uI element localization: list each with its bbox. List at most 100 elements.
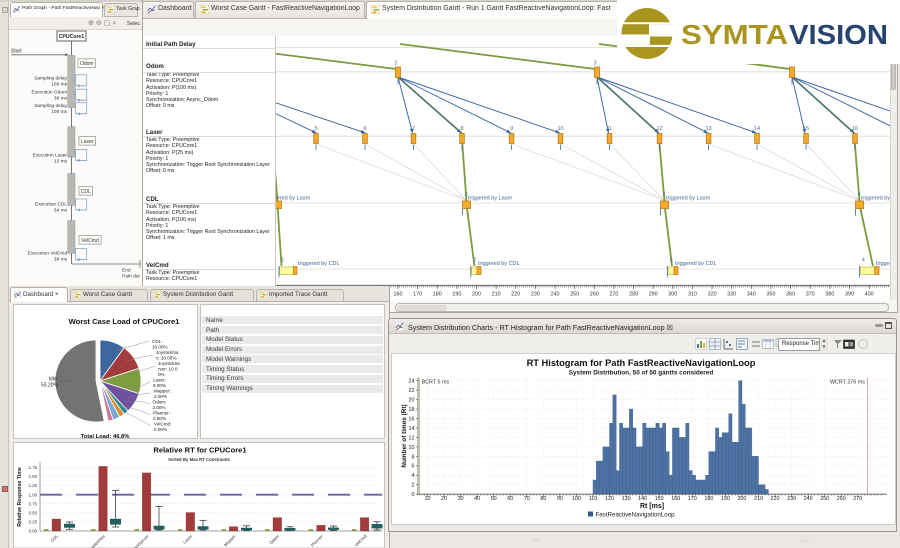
svg-text:290: 290 <box>649 292 658 298</box>
svg-text:10.00%: 10.00% <box>152 345 168 350</box>
svg-text:140: 140 <box>638 496 647 502</box>
svg-text:24: 24 <box>409 379 415 385</box>
svg-text:triggered by CDL: triggered by CDL <box>675 261 717 267</box>
svg-text:2: 2 <box>412 483 415 489</box>
svg-text:0.50: 0.50 <box>29 511 38 516</box>
svg-text:rver: 10.0: rver: 10.0 <box>158 367 178 372</box>
svg-text:0.25: 0.25 <box>29 520 38 525</box>
svg-text:13 ms: 13 ms <box>54 158 68 164</box>
svg-text:triggered by Laser: triggered by Laser <box>468 196 512 202</box>
svg-text:30: 30 <box>458 496 464 502</box>
svg-text:1.00: 1.00 <box>29 492 38 497</box>
svg-text:160: 160 <box>671 496 680 502</box>
svg-text:12: 12 <box>656 126 662 132</box>
svg-text:270: 270 <box>853 496 862 502</box>
svg-text:VelCmd: VelCmd <box>81 238 99 244</box>
svg-text:1.75: 1.75 <box>29 465 38 470</box>
svg-text:14: 14 <box>409 426 415 432</box>
svg-text:10: 10 <box>425 496 431 502</box>
svg-text:triggered by CDL: triggered by CDL <box>298 261 340 267</box>
svg-text:20: 20 <box>409 398 415 404</box>
svg-text:4: 4 <box>412 473 415 479</box>
svg-text:Odom:: Odom: <box>153 400 167 405</box>
svg-text:130: 130 <box>622 496 631 502</box>
svg-text:System Distribution, 50 of 50: System Distribution, 50 of 50 gantts con… <box>569 370 714 377</box>
svg-text:Relative Response Time: Relative Response Time <box>17 467 23 527</box>
svg-text:180: 180 <box>704 496 713 502</box>
svg-text:15: 15 <box>803 126 809 132</box>
svg-text:Laser: Laser <box>81 139 94 145</box>
svg-text:70: 70 <box>524 496 530 502</box>
svg-text:22: 22 <box>409 388 415 394</box>
svg-text:340: 340 <box>747 292 756 298</box>
svg-text:10: 10 <box>409 445 415 451</box>
svg-text:7: 7 <box>412 126 415 132</box>
svg-text:360: 360 <box>786 292 795 298</box>
svg-text:38 ms: 38 ms <box>54 95 68 101</box>
svg-text:200: 200 <box>472 292 481 298</box>
svg-text:14: 14 <box>754 126 760 132</box>
svg-text:8: 8 <box>460 126 463 132</box>
svg-text:190: 190 <box>721 496 730 502</box>
svg-text:6: 6 <box>363 126 366 132</box>
svg-text:13: 13 <box>706 126 712 132</box>
svg-text:Sampling delay: Sampling delay <box>34 76 67 82</box>
svg-text:350: 350 <box>767 292 776 298</box>
svg-text:Execution VelCmd: Execution VelCmd <box>28 251 68 257</box>
svg-text:240: 240 <box>804 496 813 502</box>
svg-text:CPUCore1: CPUCore1 <box>59 34 85 40</box>
svg-text:1: 1 <box>281 258 284 264</box>
svg-text:Laser:: Laser: <box>153 378 166 383</box>
svg-text:Execution Laser: Execution Laser <box>33 153 68 159</box>
svg-text:230: 230 <box>787 496 796 502</box>
svg-text:8: 8 <box>412 454 415 460</box>
svg-text:1.25: 1.25 <box>29 483 38 488</box>
svg-text:160: 160 <box>394 292 403 298</box>
svg-text:Path del: Path del <box>122 274 140 280</box>
svg-text:100 ms: 100 ms <box>51 81 67 87</box>
svg-text:JoystickNa: JoystickNa <box>156 350 179 355</box>
svg-text:170: 170 <box>688 496 697 502</box>
svg-text:2.00%: 2.00% <box>153 405 166 410</box>
svg-text:90: 90 <box>557 496 563 502</box>
svg-text:3: 3 <box>594 61 597 67</box>
svg-text:34 ms: 34 ms <box>54 207 68 213</box>
svg-text:110: 110 <box>589 496 598 502</box>
svg-text:180: 180 <box>433 292 442 298</box>
svg-text:53.20%: 53.20% <box>41 383 59 389</box>
svg-text:FastReactiveNavigationLoop: FastReactiveNavigationLoop <box>596 512 676 519</box>
svg-text:BCRT 5 ms: BCRT 5 ms <box>422 380 450 386</box>
svg-text:310: 310 <box>688 292 697 298</box>
svg-text:6: 6 <box>412 464 415 470</box>
svg-text:0.75: 0.75 <box>29 501 38 506</box>
svg-text:20: 20 <box>441 496 447 502</box>
svg-text:190: 190 <box>452 292 461 298</box>
svg-text:CDL: CDL <box>81 189 91 195</box>
svg-text:280: 280 <box>629 292 638 298</box>
svg-text:triggered by Laser: triggered by Laser <box>861 196 890 202</box>
svg-text:SYMTA: SYMTA <box>681 19 788 50</box>
svg-text:380: 380 <box>825 292 834 298</box>
svg-text:200: 200 <box>737 496 746 502</box>
svg-text:260: 260 <box>590 292 599 298</box>
svg-text:320: 320 <box>708 292 717 298</box>
svg-text:5: 5 <box>314 126 317 132</box>
svg-text:100 ms: 100 ms <box>51 109 67 115</box>
svg-text:2.00%: 2.00% <box>154 427 167 432</box>
svg-text:4: 4 <box>862 258 865 264</box>
svg-text:260: 260 <box>837 496 846 502</box>
svg-text:v: 10.00%: v: 10.00% <box>156 356 176 361</box>
svg-text:220: 220 <box>771 496 780 502</box>
svg-text:End: End <box>122 268 131 274</box>
svg-text:2.00%: 2.00% <box>154 394 167 399</box>
svg-text:Start: Start <box>11 49 22 55</box>
svg-text:VISION: VISION <box>789 19 888 50</box>
svg-text:120: 120 <box>605 496 614 502</box>
svg-text:18: 18 <box>409 407 415 413</box>
svg-text:Total Load: 46.8%: Total Load: 46.8% <box>81 434 130 439</box>
svg-text:2.80%: 2.80% <box>153 416 166 421</box>
svg-text:3: 3 <box>670 258 673 264</box>
svg-text:390: 390 <box>845 292 854 298</box>
svg-text:80: 80 <box>540 496 546 502</box>
svg-text:60: 60 <box>507 496 513 502</box>
